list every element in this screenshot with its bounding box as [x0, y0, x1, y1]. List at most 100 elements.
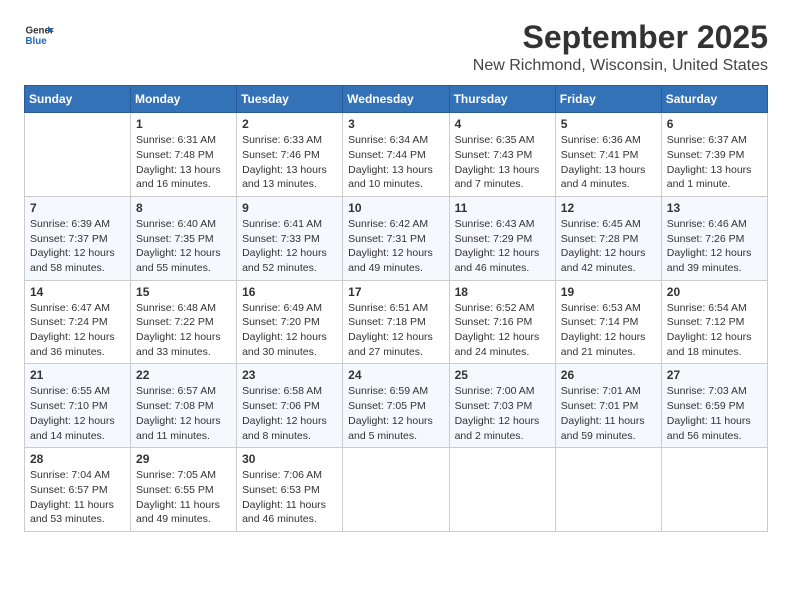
day-number: 5: [561, 117, 656, 131]
week-row-5: 28 Sunrise: 7:04 AMSunset: 6:57 PMDayligh…: [25, 448, 768, 532]
calendar-cell: 7 Sunrise: 6:39 AMSunset: 7:37 PMDaylight…: [25, 196, 131, 280]
day-info: Sunrise: 6:39 AMSunset: 7:37 PMDaylight:…: [30, 217, 125, 276]
weekday-header-tuesday: Tuesday: [237, 86, 343, 113]
day-info: Sunrise: 6:52 AMSunset: 7:16 PMDaylight:…: [455, 301, 550, 360]
calendar-cell: 21 Sunrise: 6:55 AMSunset: 7:10 PMDayligh…: [25, 364, 131, 448]
day-info: Sunrise: 6:42 AMSunset: 7:31 PMDaylight:…: [348, 217, 443, 276]
day-info: Sunrise: 6:34 AMSunset: 7:44 PMDaylight:…: [348, 133, 443, 192]
day-info: Sunrise: 6:43 AMSunset: 7:29 PMDaylight:…: [455, 217, 550, 276]
day-info: Sunrise: 6:47 AMSunset: 7:24 PMDaylight:…: [30, 301, 125, 360]
calendar-cell: 15 Sunrise: 6:48 AMSunset: 7:22 PMDayligh…: [131, 280, 237, 364]
calendar-cell: [449, 448, 555, 532]
day-number: 2: [242, 117, 337, 131]
calendar-subtitle: New Richmond, Wisconsin, United States: [473, 57, 768, 75]
day-info: Sunrise: 6:46 AMSunset: 7:26 PMDaylight:…: [667, 217, 762, 276]
calendar-cell: 20 Sunrise: 6:54 AMSunset: 7:12 PMDayligh…: [661, 280, 767, 364]
day-info: Sunrise: 6:59 AMSunset: 7:05 PMDaylight:…: [348, 384, 443, 443]
day-info: Sunrise: 6:51 AMSunset: 7:18 PMDaylight:…: [348, 301, 443, 360]
day-info: Sunrise: 6:41 AMSunset: 7:33 PMDaylight:…: [242, 217, 337, 276]
day-number: 17: [348, 285, 443, 299]
day-info: Sunrise: 6:40 AMSunset: 7:35 PMDaylight:…: [136, 217, 231, 276]
calendar-cell: 11 Sunrise: 6:43 AMSunset: 7:29 PMDayligh…: [449, 196, 555, 280]
day-number: 19: [561, 285, 656, 299]
day-number: 30: [242, 452, 337, 466]
calendar-cell: 27 Sunrise: 7:03 AMSunset: 6:59 PMDayligh…: [661, 364, 767, 448]
calendar-cell: 4Sunrise: 6:35 AMSunset: 7:43 PMDaylight…: [449, 113, 555, 197]
day-number: 11: [455, 201, 550, 215]
weekday-header-row: SundayMondayTuesdayWednesdayThursdayFrid…: [25, 86, 768, 113]
day-number: 26: [561, 368, 656, 382]
calendar-cell: [661, 448, 767, 532]
calendar-cell: 30 Sunrise: 7:06 AMSunset: 6:53 PMDayligh…: [237, 448, 343, 532]
day-number: 21: [30, 368, 125, 382]
day-info: Sunrise: 6:57 AMSunset: 7:08 PMDaylight:…: [136, 384, 231, 443]
week-row-4: 21 Sunrise: 6:55 AMSunset: 7:10 PMDayligh…: [25, 364, 768, 448]
title-area: September 2025 New Richmond, Wisconsin, …: [473, 20, 768, 75]
calendar-body: 1 Sunrise: 6:31 AMSunset: 7:48 PMDaylight…: [25, 113, 768, 532]
day-number: 9: [242, 201, 337, 215]
calendar-cell: 28 Sunrise: 7:04 AMSunset: 6:57 PMDayligh…: [25, 448, 131, 532]
calendar-cell: 22 Sunrise: 6:57 AMSunset: 7:08 PMDayligh…: [131, 364, 237, 448]
day-info: Sunrise: 6:33 AMSunset: 7:46 PMDaylight:…: [242, 133, 337, 192]
day-number: 12: [561, 201, 656, 215]
day-info: Sunrise: 6:31 AMSunset: 7:48 PMDaylight:…: [136, 133, 231, 192]
day-info: Sunrise: 6:48 AMSunset: 7:22 PMDaylight:…: [136, 301, 231, 360]
day-info: Sunrise: 6:53 AMSunset: 7:14 PMDaylight:…: [561, 301, 656, 360]
calendar-cell: 14 Sunrise: 6:47 AMSunset: 7:24 PMDayligh…: [25, 280, 131, 364]
day-number: 18: [455, 285, 550, 299]
day-number: 23: [242, 368, 337, 382]
calendar-cell: 3Sunrise: 6:34 AMSunset: 7:44 PMDaylight…: [343, 113, 449, 197]
weekday-header-wednesday: Wednesday: [343, 86, 449, 113]
calendar-cell: 26Sunrise: 7:01 AMSunset: 7:01 PMDayligh…: [555, 364, 661, 448]
calendar-cell: 5Sunrise: 6:36 AMSunset: 7:41 PMDaylight…: [555, 113, 661, 197]
day-info: Sunrise: 7:04 AMSunset: 6:57 PMDaylight:…: [30, 468, 125, 527]
calendar-cell: 9 Sunrise: 6:41 AMSunset: 7:33 PMDaylight…: [237, 196, 343, 280]
weekday-header-monday: Monday: [131, 86, 237, 113]
calendar-cell: 16Sunrise: 6:49 AMSunset: 7:20 PMDayligh…: [237, 280, 343, 364]
day-info: Sunrise: 7:06 AMSunset: 6:53 PMDaylight:…: [242, 468, 337, 527]
week-row-3: 14 Sunrise: 6:47 AMSunset: 7:24 PMDayligh…: [25, 280, 768, 364]
day-number: 8: [136, 201, 231, 215]
calendar-cell: 29 Sunrise: 7:05 AMSunset: 6:55 PMDayligh…: [131, 448, 237, 532]
day-number: 28: [30, 452, 125, 466]
calendar-cell: 10 Sunrise: 6:42 AMSunset: 7:31 PMDayligh…: [343, 196, 449, 280]
day-number: 15: [136, 285, 231, 299]
day-number: 27: [667, 368, 762, 382]
calendar-cell: [555, 448, 661, 532]
day-info: Sunrise: 6:45 AMSunset: 7:28 PMDaylight:…: [561, 217, 656, 276]
day-info: Sunrise: 6:58 AMSunset: 7:06 PMDaylight:…: [242, 384, 337, 443]
day-number: 16: [242, 285, 337, 299]
week-row-1: 1 Sunrise: 6:31 AMSunset: 7:48 PMDaylight…: [25, 113, 768, 197]
day-number: 29: [136, 452, 231, 466]
day-info: Sunrise: 7:03 AMSunset: 6:59 PMDaylight:…: [667, 384, 762, 443]
day-info: Sunrise: 6:55 AMSunset: 7:10 PMDaylight:…: [30, 384, 125, 443]
calendar-cell: 2 Sunrise: 6:33 AMSunset: 7:46 PMDaylight…: [237, 113, 343, 197]
weekday-header-friday: Friday: [555, 86, 661, 113]
day-number: 7: [30, 201, 125, 215]
calendar-header: SundayMondayTuesdayWednesdayThursdayFrid…: [25, 86, 768, 113]
day-info: Sunrise: 6:54 AMSunset: 7:12 PMDaylight:…: [667, 301, 762, 360]
logo-icon: General Blue: [24, 20, 54, 50]
day-number: 24: [348, 368, 443, 382]
day-number: 6: [667, 117, 762, 131]
day-number: 14: [30, 285, 125, 299]
calendar-title: September 2025: [473, 20, 768, 55]
weekday-header-sunday: Sunday: [25, 86, 131, 113]
logo: General Blue: [24, 20, 54, 50]
day-number: 20: [667, 285, 762, 299]
day-info: Sunrise: 6:37 AMSunset: 7:39 PMDaylight:…: [667, 133, 762, 192]
day-number: 1: [136, 117, 231, 131]
week-row-2: 7 Sunrise: 6:39 AMSunset: 7:37 PMDaylight…: [25, 196, 768, 280]
day-info: Sunrise: 6:35 AMSunset: 7:43 PMDaylight:…: [455, 133, 550, 192]
calendar-cell: 6 Sunrise: 6:37 AMSunset: 7:39 PMDaylight…: [661, 113, 767, 197]
day-number: 22: [136, 368, 231, 382]
calendar-cell: 1 Sunrise: 6:31 AMSunset: 7:48 PMDaylight…: [131, 113, 237, 197]
svg-text:Blue: Blue: [26, 36, 48, 47]
day-info: Sunrise: 7:05 AMSunset: 6:55 PMDaylight:…: [136, 468, 231, 527]
weekday-header-saturday: Saturday: [661, 86, 767, 113]
calendar-cell: 8 Sunrise: 6:40 AMSunset: 7:35 PMDaylight…: [131, 196, 237, 280]
weekday-header-thursday: Thursday: [449, 86, 555, 113]
calendar-cell: 24 Sunrise: 6:59 AMSunset: 7:05 PMDayligh…: [343, 364, 449, 448]
day-number: 10: [348, 201, 443, 215]
page-header: General Blue September 2025 New Richmond…: [24, 20, 768, 75]
